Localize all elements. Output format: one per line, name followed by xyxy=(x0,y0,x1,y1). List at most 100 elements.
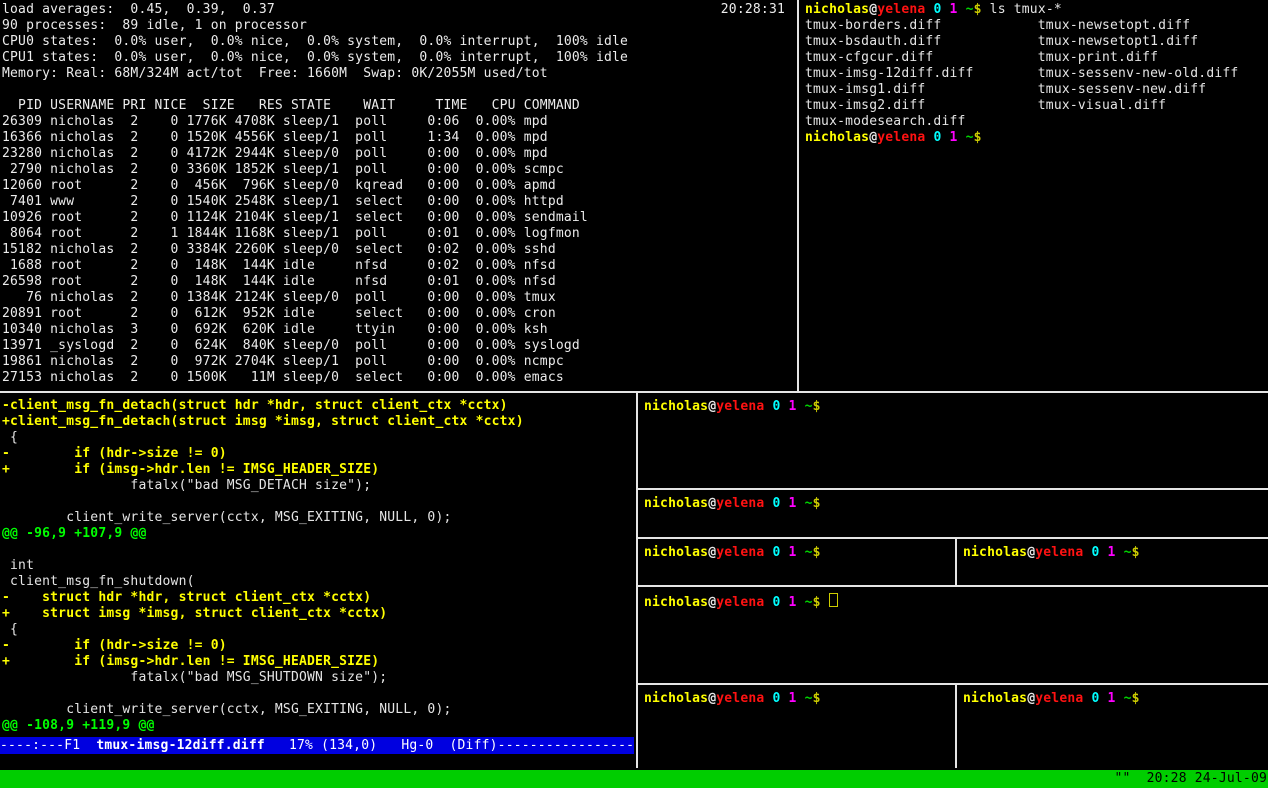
prompt-part-py: $ xyxy=(813,399,821,414)
shell-prompt: nicholas@yelena 0 1 ~$ xyxy=(644,399,821,414)
pane-shell-4[interactable]: nicholas@yelena 0 1 ~$ xyxy=(957,539,1268,591)
prompt-part-sp xyxy=(1099,545,1107,560)
process-row: 20891 root 2 0 612K 952K idle select 0:0… xyxy=(2,306,799,322)
prompt-part-pm: 1 xyxy=(1108,545,1116,560)
prompt-part-py: $ xyxy=(974,2,982,17)
process-row: 23280 nicholas 2 0 4172K 2944K sleep/0 p… xyxy=(2,146,799,162)
shell-prompt: nicholas@yelena 0 1 ~$ xyxy=(963,691,1140,706)
shell-prompt: nicholas@yelena 0 1 ~$ xyxy=(644,691,821,706)
top-summary-line: Memory: Real: 68M/324M act/tot Free: 166… xyxy=(2,66,799,82)
diff-buffer: -client_msg_fn_detach(struct hdr *hdr, s… xyxy=(2,398,638,734)
prompt-part-pg: ~ xyxy=(805,691,813,706)
pane-border-h2 xyxy=(638,537,1268,539)
shell-prompt-line: nicholas@yelena 0 1 ~$ xyxy=(644,496,1268,512)
diff-line: - if (hdr->size != 0) xyxy=(2,638,638,654)
prompt-part-pm: 1 xyxy=(789,399,797,414)
shell-prompt-line: nicholas@yelena 0 1 ~$ xyxy=(644,545,961,561)
pane-emacs-diff[interactable]: -client_msg_fn_detach(struct hdr *hdr, s… xyxy=(0,393,638,773)
prompt-part-pu: nicholas xyxy=(644,496,708,511)
prompt-part-pg: ~ xyxy=(966,2,974,17)
pane-border-v2 xyxy=(955,685,957,768)
pane-border-h1 xyxy=(638,488,1268,490)
prompt-part-ph: yelena xyxy=(716,399,764,414)
prompt-part-pg: ~ xyxy=(1124,691,1132,706)
process-row: 16366 nicholas 2 0 1520K 4556K sleep/1 p… xyxy=(2,130,799,146)
diff-line: - struct hdr *hdr, struct client_ctx *cc… xyxy=(2,590,638,606)
status-right-clock: "" 20:28 24-Jul-09 xyxy=(1114,770,1267,788)
ls-file-line: tmux-imsg1.diff tmux-sessenv-new.diff xyxy=(805,82,1268,98)
process-table: 26309 nicholas 2 0 1776K 4708K sleep/1 p… xyxy=(2,114,799,386)
prompt-part-py: $ xyxy=(813,691,821,706)
modeline-info: 17% (134,0) Hg-0 (Diff) xyxy=(265,738,498,753)
pane-shell-1[interactable]: nicholas@yelena 0 1 ~$ xyxy=(638,393,1268,494)
prompt-part-ph: yelena xyxy=(877,130,925,145)
shell-prompt-line: nicholas@yelena 0 1 ~$ xyxy=(644,399,1268,415)
process-row: 8064 root 2 1 1844K 1168K sleep/1 poll 0… xyxy=(2,226,799,242)
top-summary-line: 90 processes: 89 idle, 1 on processor xyxy=(2,18,799,34)
shell-command: ls tmux-* xyxy=(982,2,1062,17)
top-summary: load averages: 0.45, 0.39, 0.3790 proces… xyxy=(2,2,799,98)
ls-file-list: tmux-borders.diff tmux-newsetopt.diff tmu… xyxy=(805,18,1268,130)
diff-line xyxy=(2,494,638,510)
prompt-part-pg: ~ xyxy=(805,496,813,511)
prompt-part-pu: nicholas xyxy=(805,130,869,145)
prompt-part-pg: ~ xyxy=(1124,545,1132,560)
diff-line: int xyxy=(2,558,638,574)
pane-shell-ls[interactable]: nicholas@yelena 0 1 ~$ ls tmux-* tmux-bo… xyxy=(799,0,1268,393)
prompt-part-py: $ xyxy=(813,496,821,511)
prompt-part-ph: yelena xyxy=(716,691,764,706)
diff-line xyxy=(2,542,638,558)
diff-line: client_msg_fn_shutdown( xyxy=(2,574,638,590)
process-row: 12060 root 2 0 456K 796K sleep/0 kqread … xyxy=(2,178,799,194)
prompt-part-pg: ~ xyxy=(966,130,974,145)
pane-border-horizontal-main xyxy=(0,391,1268,393)
prompt-part-pm: 1 xyxy=(789,496,797,511)
prompt-part-sp xyxy=(797,545,805,560)
process-row: 13971 _syslogd 2 0 624K 840K sleep/0 pol… xyxy=(2,338,799,354)
prompt-part-sp xyxy=(797,399,805,414)
prompt-part-py: $ xyxy=(1132,545,1140,560)
process-row: 76 nicholas 2 0 1384K 2124K sleep/0 poll… xyxy=(2,290,799,306)
prompt-part-ph: yelena xyxy=(716,545,764,560)
diff-line: + if (imsg->hdr.len != IMSG_HEADER_SIZE) xyxy=(2,654,638,670)
tmux-status-bar[interactable]: [0] 0:irssi# 1:todo 2:ncmpc- 3:mutt 4:ss… xyxy=(0,770,1268,788)
ls-file-line: tmux-cfgcur.diff tmux-print.diff xyxy=(805,50,1268,66)
prompt-part-ph: yelena xyxy=(877,2,925,17)
pane-border-vertical-top xyxy=(797,0,799,391)
pane-top-command[interactable]: 20:28:31 load averages: 0.45, 0.39, 0.37… xyxy=(0,0,799,393)
modeline-buffer-name: tmux-imsg-12diff.diff xyxy=(96,738,265,753)
modeline-prefix: ----:---F1 xyxy=(0,738,96,753)
pane-shell-3[interactable]: nicholas@yelena 0 1 ~$ xyxy=(638,539,961,591)
top-summary-line: CPU1 states: 0.0% user, 0.0% nice, 0.0% … xyxy=(2,50,799,66)
ls-file-line: tmux-modesearch.diff xyxy=(805,114,1268,130)
pane-shell-5-active[interactable]: nicholas@yelena 0 1 ~$ xyxy=(638,587,1268,689)
shell-prompt-line: nicholas@yelena 0 1 ~$ ls tmux-* xyxy=(805,2,1268,18)
prompt-part-pg: ~ xyxy=(805,545,813,560)
diff-line: { xyxy=(2,622,638,638)
prompt-part-py: $ xyxy=(813,595,821,610)
ls-file-line: tmux-borders.diff tmux-newsetopt.diff xyxy=(805,18,1268,34)
prompt-part-sp xyxy=(941,2,949,17)
prompt-part-sp xyxy=(780,691,788,706)
prompt-part-sp xyxy=(797,691,805,706)
pane-shell-2[interactable]: nicholas@yelena 0 1 ~$ xyxy=(638,490,1268,543)
prompt-part-pm: 1 xyxy=(950,130,958,145)
prompt-part-py: $ xyxy=(1132,691,1140,706)
pane-shell-6[interactable]: nicholas@yelena 0 1 ~$ xyxy=(638,685,961,774)
prompt-part-pm: 1 xyxy=(789,691,797,706)
diff-line: client_write_server(cctx, MSG_EXITING, N… xyxy=(2,702,638,718)
prompt-part-pm: 1 xyxy=(789,545,797,560)
diff-line xyxy=(2,686,638,702)
pane-border-v1 xyxy=(955,539,957,585)
shell-prompt-line: nicholas@yelena 0 1 ~$ xyxy=(644,691,961,707)
prompt-part-ph: yelena xyxy=(716,595,764,610)
process-table-header: PID USERNAME PRI NICE SIZE RES STATE WAI… xyxy=(2,98,799,114)
pane-shell-7[interactable]: nicholas@yelena 0 1 ~$ xyxy=(957,685,1268,774)
diff-line: @@ -108,9 +119,9 @@ xyxy=(2,718,638,734)
prompt-part-sp xyxy=(797,595,805,610)
process-row: 10340 nicholas 3 0 692K 620K idle ttyin … xyxy=(2,322,799,338)
prompt-part-pg: ~ xyxy=(805,595,813,610)
shell-prompt: nicholas@yelena 0 1 ~$ xyxy=(644,595,821,610)
shell-prompt-line: nicholas@yelena 0 1 ~$ xyxy=(805,130,1268,146)
prompt-part-pu: nicholas xyxy=(805,2,869,17)
